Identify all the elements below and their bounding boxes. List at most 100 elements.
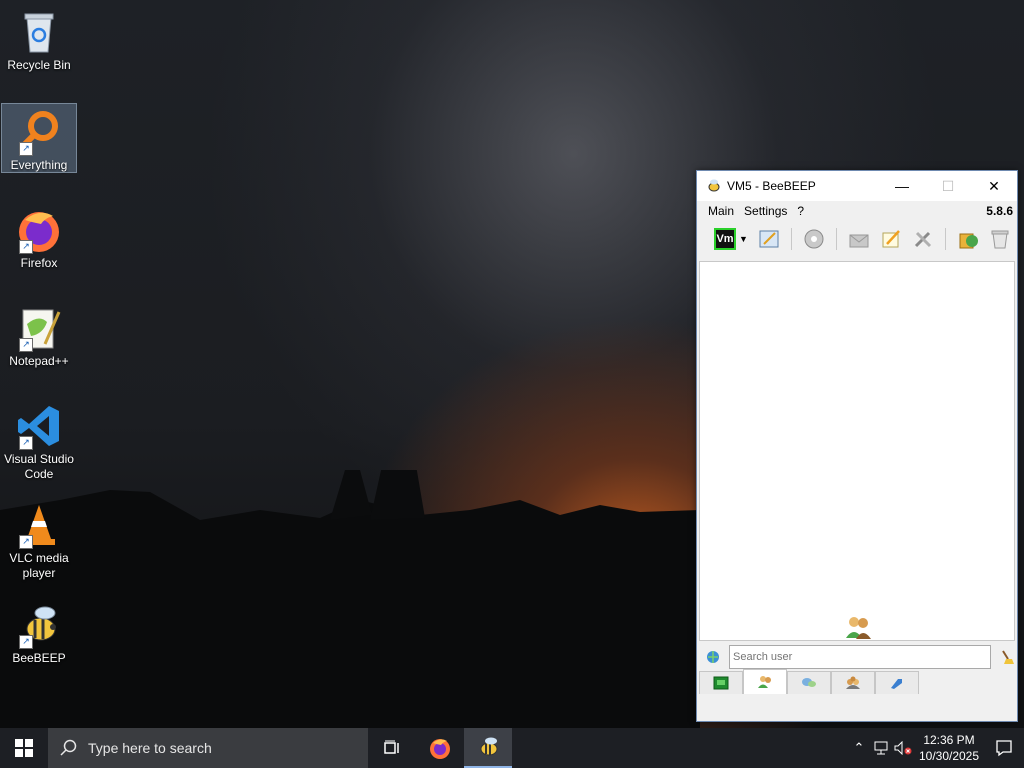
- search-globe-icon: [707, 651, 719, 663]
- clear-search-icon[interactable]: [999, 649, 1015, 665]
- maximize-button[interactable]: ☐: [925, 171, 971, 201]
- home-screen-icon: [713, 676, 729, 690]
- status-icon: Vm: [714, 228, 737, 250]
- beebeep-icon: ↗: [15, 601, 63, 649]
- taskbar-firefox[interactable]: [416, 728, 464, 768]
- show-hidden-icons-button[interactable]: ⌃: [848, 728, 870, 768]
- dropdown-arrow-icon: ▼: [739, 234, 748, 244]
- taskbar-search-placeholder: Type here to search: [88, 740, 212, 756]
- volume-muted-icon: [894, 741, 912, 755]
- minimize-button[interactable]: —: [879, 171, 925, 201]
- menu-bar: Main Settings ? 5.8.6: [697, 201, 1017, 221]
- shortcut-arrow-icon: ↗: [19, 535, 33, 549]
- menu-settings[interactable]: Settings: [739, 204, 792, 218]
- toolbar-separator: [945, 228, 946, 250]
- toolbar: Vm ▼: [697, 221, 1017, 257]
- edit-profile-button[interactable]: [755, 225, 783, 253]
- tab-groups[interactable]: [831, 671, 875, 694]
- notification-icon: [996, 740, 1012, 757]
- desktop-icon-notepad-plus-plus[interactable]: ↗ Notepad++: [2, 300, 76, 390]
- vscode-icon: ↗: [15, 402, 63, 450]
- task-view-icon: [384, 740, 399, 754]
- status-button[interactable]: Vm ▼: [711, 225, 751, 253]
- everything-search-icon: ↗: [15, 108, 63, 156]
- share-icon: [891, 679, 902, 689]
- beebeep-window: VM5 - BeeBEEP — ☐ ✕ Main Settings ? 5.8.…: [696, 170, 1018, 722]
- tab-home[interactable]: [699, 671, 743, 694]
- beebeep-icon: [480, 737, 498, 756]
- desktop-icon-label: Everything: [10, 158, 68, 172]
- windows-logo-icon: [15, 739, 33, 757]
- broadcast-icon: [804, 229, 824, 249]
- menu-main[interactable]: Main: [703, 204, 739, 218]
- desktop-icon-label: Visual Studio Code: [4, 452, 74, 481]
- close-button[interactable]: ✕: [971, 171, 1017, 201]
- write-note-button[interactable]: [877, 225, 905, 253]
- shared-files-icon: [959, 233, 978, 249]
- toolbar-separator: [791, 228, 792, 250]
- taskbar-beebeep[interactable]: [464, 728, 512, 768]
- start-button[interactable]: [0, 728, 48, 768]
- users-icon: [758, 676, 771, 688]
- shortcut-arrow-icon: ↗: [19, 436, 33, 450]
- taskbar: Type here to search ⌃ 12:36 PM 10/30/202…: [0, 728, 1024, 768]
- note-pencil-icon: [882, 230, 900, 248]
- clock-date: 10/30/2025: [918, 749, 980, 763]
- task-view-button[interactable]: [368, 728, 416, 768]
- chat-bubbles-icon: [802, 678, 816, 687]
- search-row: [697, 643, 1015, 671]
- notifications-button[interactable]: [984, 728, 1024, 768]
- system-tray: ⌃ 12:36 PM 10/30/2025: [848, 728, 1024, 768]
- edit-profile-icon: [759, 230, 779, 248]
- tab-chats[interactable]: [787, 671, 831, 694]
- volume-button[interactable]: [892, 728, 914, 768]
- clear-button[interactable]: [986, 225, 1014, 253]
- desktop-icon-everything[interactable]: ↗ Everything: [1, 103, 77, 173]
- user-list-panel[interactable]: [699, 261, 1015, 641]
- shortcut-arrow-icon: ↗: [19, 635, 33, 649]
- shared-files-button[interactable]: [954, 225, 982, 253]
- envelope-icon: [849, 234, 869, 248]
- network-icon: [874, 741, 888, 755]
- vlc-icon: ↗: [15, 501, 63, 549]
- shortcut-arrow-icon: ↗: [19, 338, 33, 352]
- taskbar-search[interactable]: Type here to search: [48, 728, 368, 768]
- message-button[interactable]: [845, 225, 873, 253]
- tab-shares[interactable]: [875, 671, 919, 694]
- toolbar-separator: [836, 228, 837, 250]
- desktop-icon-vscode[interactable]: ↗ Visual Studio Code: [2, 398, 76, 488]
- desktop-icon-beebeep[interactable]: ↗ BeeBEEP: [2, 597, 76, 687]
- clock-time: 12:36 PM: [923, 733, 975, 747]
- tools-icon: [914, 231, 932, 248]
- beebeep-app-icon: [708, 179, 720, 192]
- firefox-icon: ↗: [15, 206, 63, 254]
- desktop-icon-label: Recycle Bin: [7, 58, 71, 72]
- recycle-bin-icon: [15, 8, 63, 56]
- firefox-icon: [430, 739, 450, 759]
- clock[interactable]: 12:36 PM 10/30/2025: [914, 732, 984, 764]
- menu-help[interactable]: ?: [792, 204, 809, 218]
- search-user-input[interactable]: [729, 645, 991, 669]
- shortcut-arrow-icon: ↗: [19, 240, 33, 254]
- view-tabs: [697, 669, 1017, 695]
- users-group-icon: [846, 617, 871, 639]
- trash-icon: [991, 230, 1009, 249]
- desktop-icon-label: VLC media player: [9, 551, 69, 580]
- search-icon: [60, 739, 77, 756]
- desktop-icon-firefox[interactable]: ↗ Firefox: [2, 202, 76, 292]
- version-label: 5.8.6: [986, 204, 1013, 218]
- tools-button[interactable]: [909, 225, 937, 253]
- desktop-icon-recycle-bin[interactable]: Recycle Bin: [2, 4, 76, 94]
- desktop-icon-label: Firefox: [20, 256, 58, 270]
- groups-icon: [846, 676, 860, 689]
- window-title: VM5 - BeeBEEP: [727, 179, 816, 193]
- shortcut-arrow-icon: ↗: [19, 142, 33, 156]
- desktop-icon-label: Notepad++: [9, 354, 69, 368]
- window-titlebar[interactable]: VM5 - BeeBEEP — ☐ ✕: [697, 171, 1017, 201]
- desktop-icon-label: BeeBEEP: [12, 651, 66, 665]
- desktop-icon-vlc[interactable]: ↗ VLC media player: [2, 497, 76, 587]
- network-button[interactable]: [870, 728, 892, 768]
- broadcast-button[interactable]: [800, 225, 828, 253]
- chevron-up-icon: ⌃: [853, 740, 865, 755]
- tab-users[interactable]: [743, 669, 787, 694]
